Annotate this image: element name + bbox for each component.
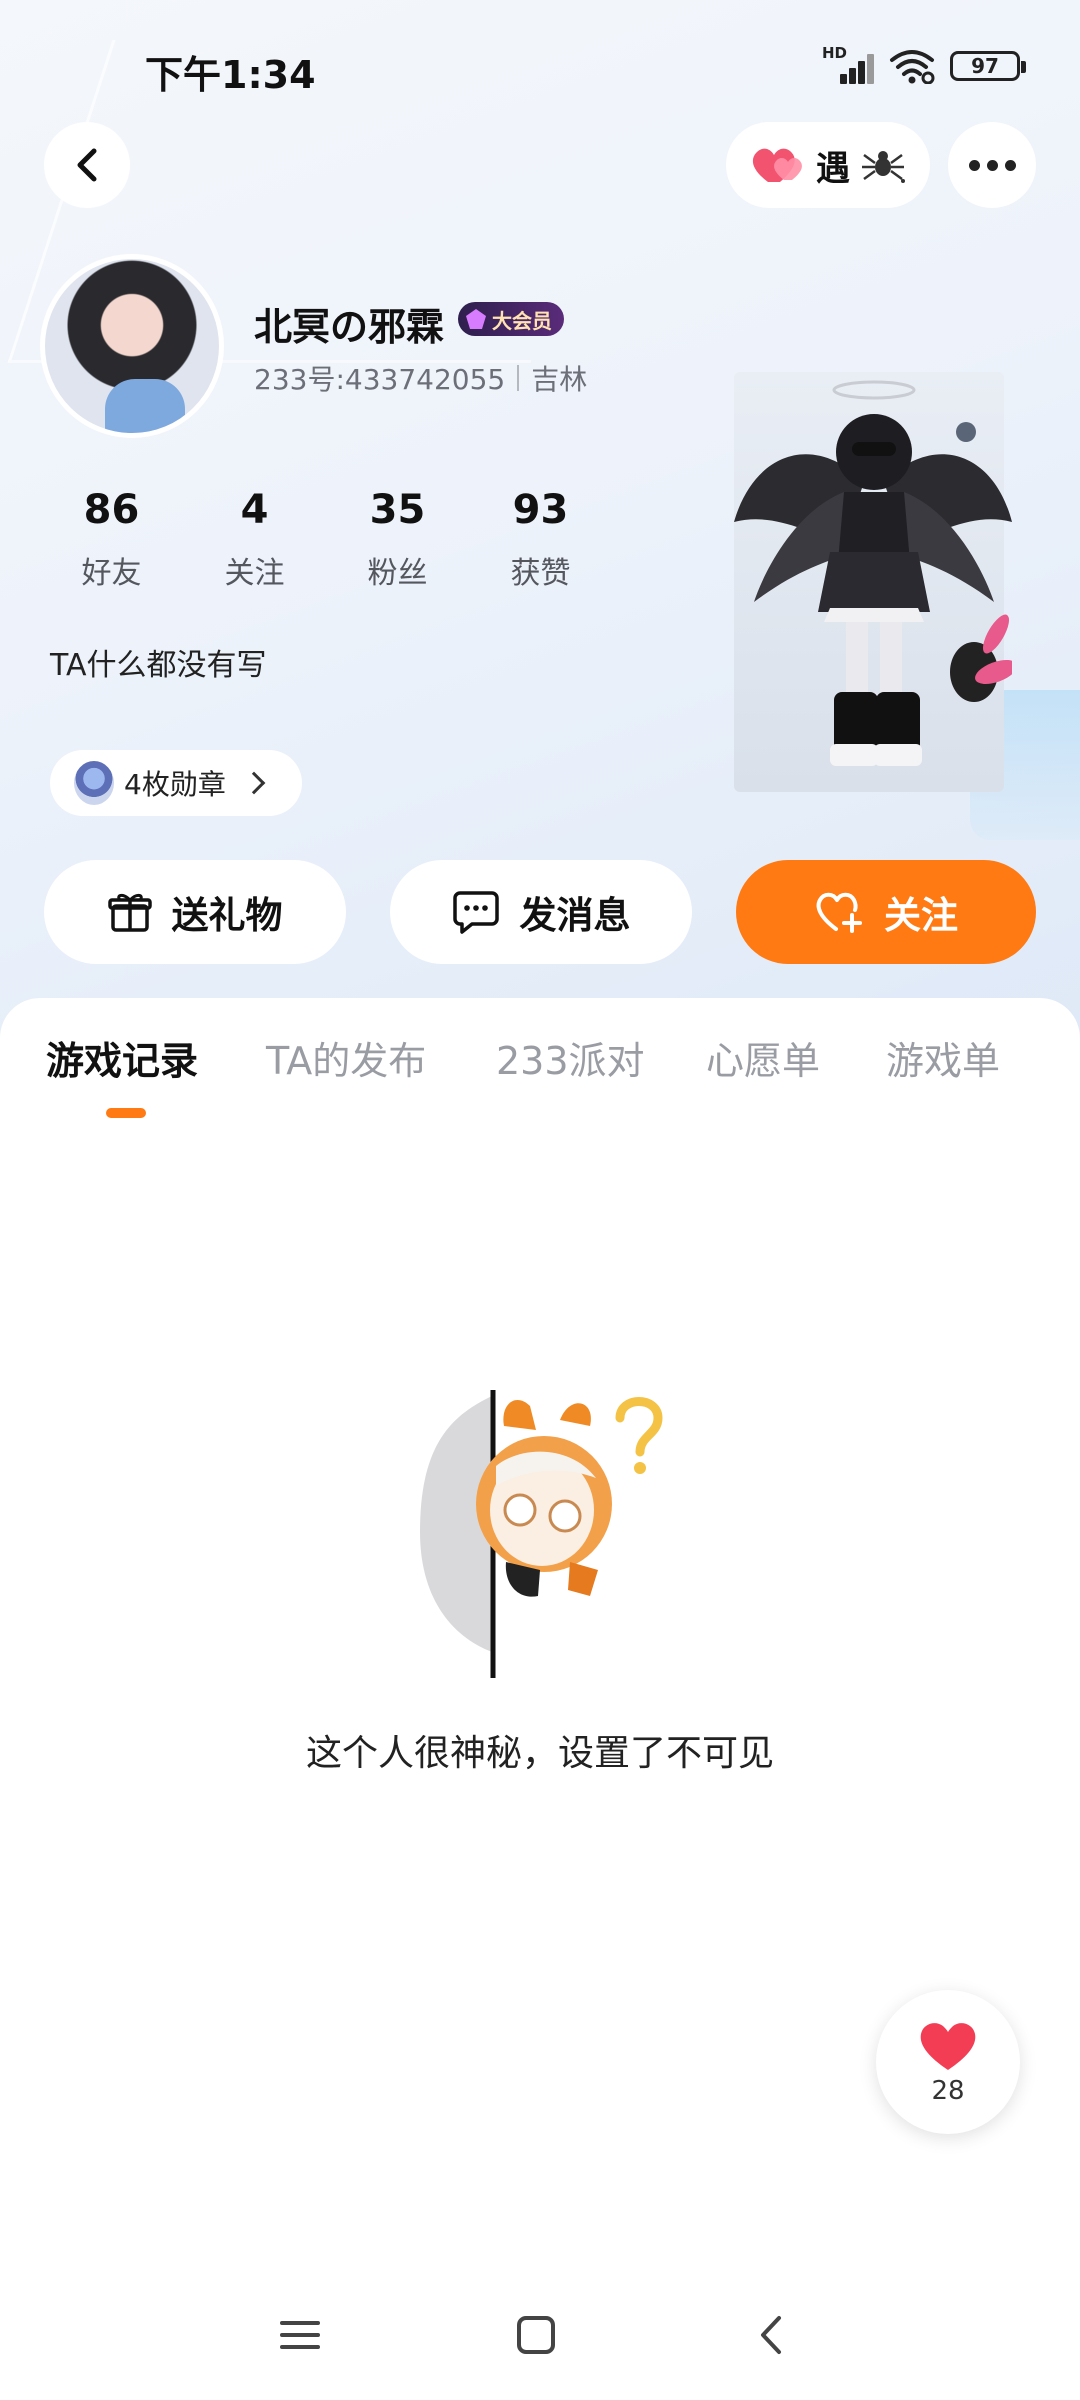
more-dot xyxy=(986,159,998,171)
medal-label: 4枚勋章 xyxy=(124,768,226,801)
wifi-icon xyxy=(890,50,935,84)
content-sheet xyxy=(0,998,1080,2400)
back-button[interactable] xyxy=(44,122,130,208)
tab-233-party[interactable]: 233派对 xyxy=(496,1030,645,1085)
system-nav-bar xyxy=(0,2290,1080,2380)
send-message-button[interactable]: 发消息 xyxy=(390,860,692,964)
stat-value: 35 xyxy=(369,487,426,533)
tab-game-list[interactable]: 游戏单 xyxy=(886,1030,1000,1085)
vip-badge[interactable]: 大会员 xyxy=(458,302,564,336)
signal-icon: HD xyxy=(822,44,874,84)
peeking-character-illustration xyxy=(420,1390,663,1678)
nav-back-button[interactable] xyxy=(742,2310,802,2360)
more-button[interactable] xyxy=(948,122,1036,208)
stat-likes[interactable]: 93 获赞 xyxy=(469,486,612,592)
user-id: 233号:433742055 xyxy=(254,363,506,396)
like-count: 28 xyxy=(931,2076,965,2106)
menu-button[interactable] xyxy=(270,2310,330,2360)
stat-fans[interactable]: 35 粉丝 xyxy=(326,486,469,592)
heart-icon xyxy=(920,2023,976,2070)
back-nav-icon xyxy=(761,2316,781,2354)
spider-icon xyxy=(862,151,905,183)
tab-game-records[interactable]: 游戏记录 xyxy=(46,1030,198,1085)
heart-plus-icon xyxy=(816,892,862,933)
gem-icon xyxy=(466,309,486,329)
tab-wishlist[interactable]: 心愿单 xyxy=(706,1030,820,1085)
tab-indicator xyxy=(106,1108,146,1118)
vip-label: 大会员 xyxy=(492,308,552,333)
nickname: 北冥の邪霖 xyxy=(254,305,445,349)
menu-icon xyxy=(280,2321,320,2349)
divider xyxy=(517,365,520,391)
home-icon xyxy=(517,2316,555,2354)
like-button[interactable]: 28 xyxy=(876,1990,1020,2134)
more-dot xyxy=(968,159,980,171)
tab-posts[interactable]: TA的发布 xyxy=(266,1030,426,1085)
follow-button[interactable]: 关注 xyxy=(736,860,1036,964)
chevron-right-icon xyxy=(242,771,266,795)
stat-label: 好友 xyxy=(81,556,142,591)
character-figure xyxy=(734,380,1012,766)
status-icons: HD 97 xyxy=(822,44,1026,84)
chat-icon xyxy=(452,891,499,934)
back-icon xyxy=(77,148,97,182)
tab-bar: 游戏记录 TA的发布 233派对 心愿单 游戏单 xyxy=(0,1030,1080,1120)
stat-value: 4 xyxy=(240,487,269,533)
character-3d-avatar[interactable] xyxy=(734,372,1012,792)
home-button[interactable] xyxy=(506,2310,566,2360)
stat-label: 关注 xyxy=(224,556,285,591)
stat-value: 86 xyxy=(83,487,140,533)
stat-label: 获赞 xyxy=(510,556,571,591)
stat-value: 93 xyxy=(512,487,569,533)
empty-state-message: 这个人很神秘，设置了不可见 xyxy=(305,1733,774,1774)
encounter-label: 遇 xyxy=(816,148,850,189)
stat-following[interactable]: 4 关注 xyxy=(183,486,326,592)
avatar[interactable] xyxy=(40,254,224,438)
battery-icon: 97 xyxy=(950,51,1026,81)
send-gift-label: 送礼物 xyxy=(171,894,283,937)
gift-icon xyxy=(107,893,152,932)
heart-icon xyxy=(752,148,802,182)
medal-chip[interactable]: 4枚勋章 xyxy=(50,750,302,816)
location: 吉林 xyxy=(531,363,588,396)
medal-icon xyxy=(74,761,114,805)
user-id-row: 233号:433742055 吉林 xyxy=(254,358,587,398)
status-bar: 下午1:34 HD 97 xyxy=(0,0,1080,140)
follow-label: 关注 xyxy=(884,894,958,937)
bio-text: TA什么都没有写 xyxy=(50,648,267,683)
more-dot xyxy=(1004,159,1016,171)
stats-row: 86 好友 4 关注 35 粉丝 93 获赞 xyxy=(40,486,612,592)
send-gift-button[interactable]: 送礼物 xyxy=(44,860,346,964)
status-time: 下午1:34 xyxy=(145,53,316,97)
stat-label: 粉丝 xyxy=(367,556,428,591)
send-message-label: 发消息 xyxy=(519,894,631,937)
encounter-button[interactable]: 遇 xyxy=(726,122,930,208)
stat-friends[interactable]: 86 好友 xyxy=(40,486,183,592)
avatar-collar xyxy=(105,379,185,433)
